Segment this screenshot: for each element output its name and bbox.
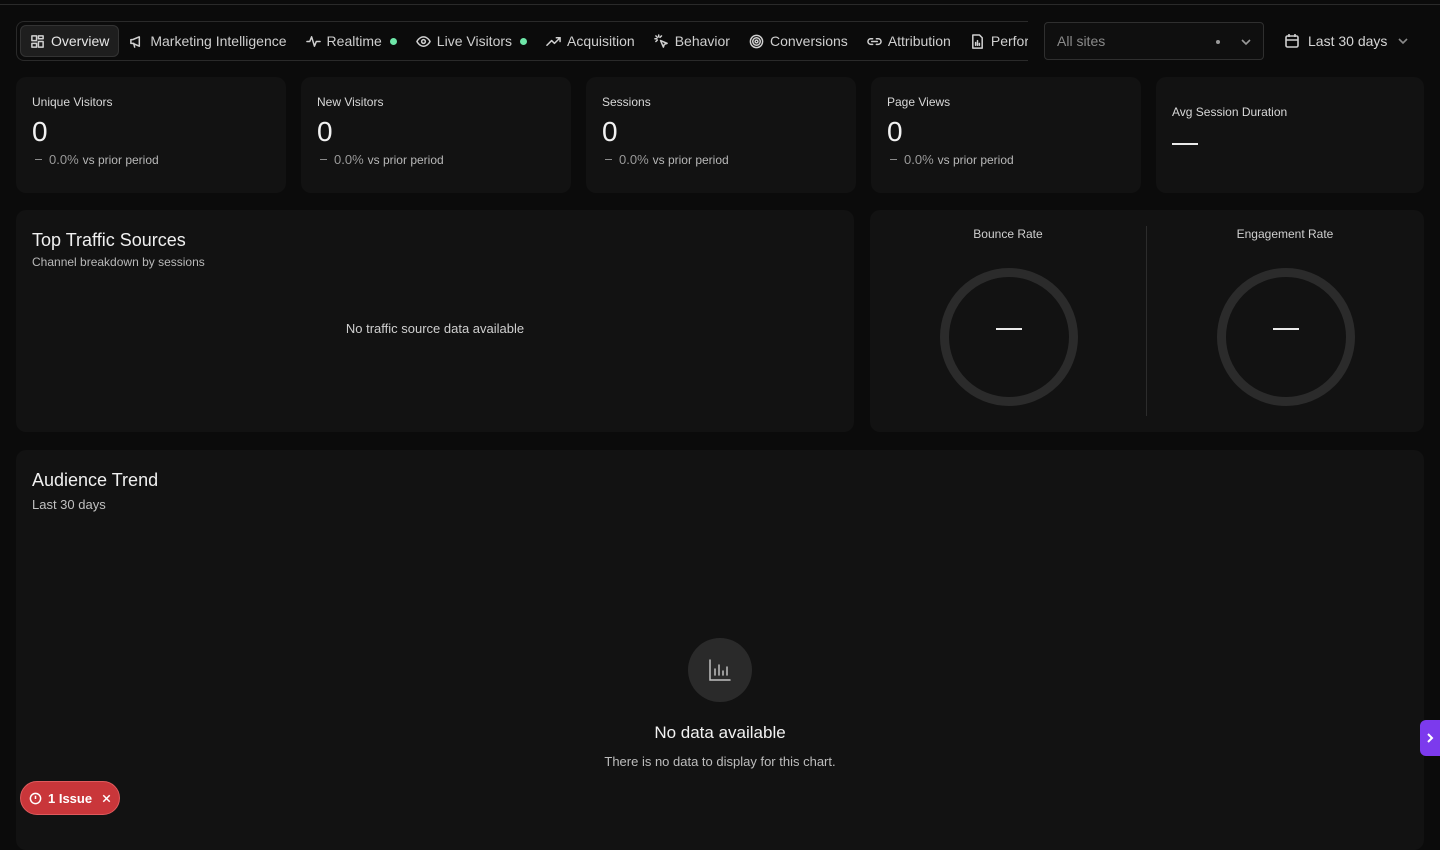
kpi-value: 0	[32, 116, 48, 147]
megaphone-icon	[130, 35, 141, 48]
eye-icon	[415, 35, 431, 47]
alert-circle-icon	[29, 792, 42, 804]
calendar-icon	[1285, 34, 1299, 48]
empty-value-dash	[1172, 143, 1198, 145]
empty-state-text: No traffic source data available	[345, 321, 525, 336]
tab-label: Live Visitors	[436, 33, 513, 49]
kpi-card-sessions: Sessions 0 0.0% vs prior period	[586, 77, 856, 193]
top-border	[0, 4, 1440, 5]
empty-value-dash	[1273, 328, 1299, 330]
trend-up-icon	[546, 36, 561, 46]
card-title: Top Traffic Sources	[32, 230, 186, 250]
date-range-button[interactable]: Last 30 days	[1284, 22, 1410, 60]
bounce-rate-section: Bounce Rate	[870, 210, 1146, 432]
pulse-icon	[305, 35, 321, 47]
kpi-delta: 0.0% vs prior period	[602, 152, 840, 167]
kpi-card-avg-session-duration: Avg Session Duration	[1156, 77, 1424, 193]
neutral-dash-icon	[35, 159, 42, 160]
traffic-sources-card: Top Traffic Sources Channel breakdown by…	[16, 210, 854, 432]
tab-label: Marketing Intelligence	[150, 33, 287, 49]
date-range-label: Last 30 days	[1308, 33, 1388, 49]
tab-marketing-intelligence[interactable]: Marketing Intelligence	[120, 25, 295, 57]
tab-overview[interactable]: Overview	[20, 25, 120, 57]
card-subtitle: Channel breakdown by sessions	[32, 255, 205, 269]
chevron-down-icon	[1398, 38, 1408, 45]
kpi-delta-caption: vs prior period	[82, 152, 159, 167]
kpi-delta: 0.0% vs prior period	[887, 152, 1125, 167]
kpi-delta-value: 0.0%	[619, 152, 649, 167]
chevron-right-icon	[1427, 733, 1434, 743]
empty-value-dash	[996, 328, 1022, 330]
kpi-label: New Visitors	[317, 95, 384, 109]
empty-state-subtitle: There is no data to display for this cha…	[604, 754, 836, 769]
rates-card: Bounce Rate Engagement Rate	[870, 210, 1424, 432]
neutral-dash-icon	[890, 159, 897, 160]
tab-acquisition[interactable]: Acquisition	[537, 25, 644, 57]
grid-icon	[31, 34, 44, 48]
tab-conversions[interactable]: Conversions	[740, 25, 857, 57]
kpi-delta-caption: vs prior period	[652, 152, 729, 167]
tab-live-visitors[interactable]: Live Visitors	[407, 25, 536, 57]
kpi-value: 0	[887, 116, 903, 147]
tab-behavior[interactable]: Behavior	[645, 25, 739, 57]
neutral-dash-icon	[320, 159, 327, 160]
rate-label: Bounce Rate	[973, 227, 1043, 241]
tab-performance[interactable]: Perform	[961, 25, 1028, 57]
issues-badge[interactable]: 1 Issue	[20, 781, 120, 815]
bar-chart-icon	[709, 659, 731, 681]
tab-label: Conversions	[769, 33, 848, 49]
tab-attribution[interactable]: Attribution	[858, 25, 960, 57]
rate-label: Engagement Rate	[1236, 227, 1334, 241]
tab-label: Behavior	[674, 33, 730, 49]
kpi-label: Page Views	[887, 95, 951, 109]
kpi-delta-caption: vs prior period	[367, 152, 444, 167]
select-indicator-dot	[1216, 40, 1220, 44]
tab-label: Overview	[51, 33, 110, 49]
kpi-delta-value: 0.0%	[334, 152, 364, 167]
issues-label: 1 Issue	[48, 790, 93, 806]
neutral-dash-icon	[605, 159, 612, 160]
kpi-card-unique-visitors: Unique Visitors 0 0.0% vs prior period	[16, 77, 286, 193]
audience-trend-card: Audience Trend Last 30 days No data avai…	[16, 450, 1424, 850]
chart-empty-icon	[688, 638, 752, 702]
bounce-rate-gauge	[940, 268, 1078, 406]
kpi-delta-value: 0.0%	[49, 152, 79, 167]
cursor-click-icon	[653, 33, 668, 48]
close-icon[interactable]	[100, 792, 113, 805]
kpi-delta-caption: vs prior period	[937, 152, 1014, 167]
tab-label: Attribution	[887, 33, 951, 49]
kpi-delta-value: 0.0%	[904, 152, 934, 167]
kpi-value: 0	[317, 116, 333, 147]
tab-realtime[interactable]: Realtime	[297, 25, 406, 57]
nav-tabs: Overview Marketing Intelligence Realtime…	[16, 21, 1028, 61]
empty-state-title: No data available	[654, 723, 786, 742]
kpi-delta: 0.0% vs prior period	[32, 152, 270, 167]
card-title: Audience Trend	[32, 470, 159, 490]
kpi-label: Sessions	[602, 95, 651, 109]
target-icon	[749, 34, 764, 48]
card-subtitle: Last 30 days	[32, 497, 106, 512]
kpi-card-page-views: Page Views 0 0.0% vs prior period	[871, 77, 1141, 193]
kpi-delta: 0.0% vs prior period	[317, 152, 555, 167]
kpi-card-new-visitors: New Visitors 0 0.0% vs prior period	[301, 77, 571, 193]
chevron-down-icon	[1241, 39, 1251, 46]
side-panel-toggle[interactable]	[1420, 720, 1440, 756]
kpi-label: Unique Visitors	[32, 95, 113, 109]
kpi-label: Avg Session Duration	[1172, 105, 1288, 119]
site-select[interactable]: All sites	[1044, 22, 1264, 60]
link-icon	[867, 37, 882, 45]
file-icon	[971, 33, 983, 49]
engagement-rate-gauge	[1217, 268, 1355, 406]
site-select-value: All sites	[1057, 33, 1106, 49]
live-indicator	[389, 37, 397, 45]
tab-label: Realtime	[326, 33, 382, 49]
engagement-rate-section: Engagement Rate	[1147, 210, 1423, 432]
live-indicator	[520, 37, 528, 45]
tab-label: Acquisition	[567, 33, 635, 49]
kpi-value: 0	[602, 116, 618, 147]
tab-label: Perform	[990, 33, 1028, 49]
